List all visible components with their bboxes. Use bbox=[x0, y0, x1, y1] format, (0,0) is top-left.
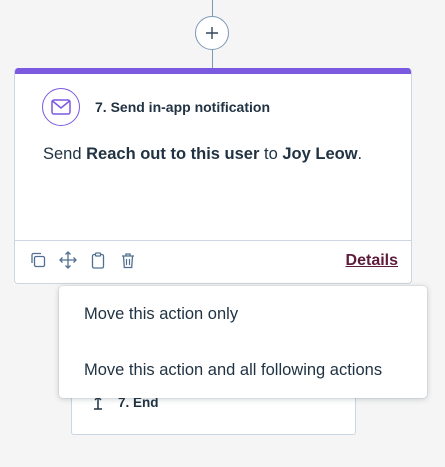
description-suffix: . bbox=[357, 145, 363, 163]
connector-line-middle bbox=[212, 50, 213, 68]
envelope-icon bbox=[51, 99, 71, 115]
delete-icon bbox=[122, 252, 134, 268]
notification-name: Reach out to this user bbox=[86, 145, 260, 163]
move-options-menu: Move this action only Move this action a… bbox=[59, 286, 427, 398]
add-action-button[interactable] bbox=[195, 16, 229, 50]
action-type-badge bbox=[42, 88, 80, 126]
menu-item-move-action-and-following[interactable]: Move this action and all following actio… bbox=[59, 342, 427, 398]
description-middle: to bbox=[259, 145, 283, 163]
recipient-name: Joy Leow bbox=[282, 145, 358, 163]
description-prefix: Send bbox=[43, 145, 87, 163]
plus-icon bbox=[206, 27, 218, 39]
clipboard-icon bbox=[91, 251, 105, 269]
card-accent-bar bbox=[15, 68, 411, 74]
action-description: Send Reach out to this user to Joy Leow. bbox=[43, 145, 362, 164]
details-link[interactable]: Details bbox=[346, 252, 398, 270]
menu-item-move-action-only[interactable]: Move this action only bbox=[59, 286, 427, 342]
action-card-send-in-app-notification[interactable]: 7. Send in-app notification Send Reach o… bbox=[14, 68, 412, 284]
delete-button[interactable] bbox=[119, 251, 137, 269]
move-button[interactable] bbox=[59, 251, 77, 269]
clone-button[interactable] bbox=[29, 251, 47, 269]
move-icon bbox=[59, 251, 77, 269]
connector-line-top bbox=[212, 0, 213, 16]
clipboard-button[interactable] bbox=[89, 251, 107, 269]
clone-icon bbox=[31, 252, 46, 268]
action-title: 7. Send in-app notification bbox=[95, 99, 270, 115]
action-card-toolbar: Details bbox=[15, 240, 411, 283]
